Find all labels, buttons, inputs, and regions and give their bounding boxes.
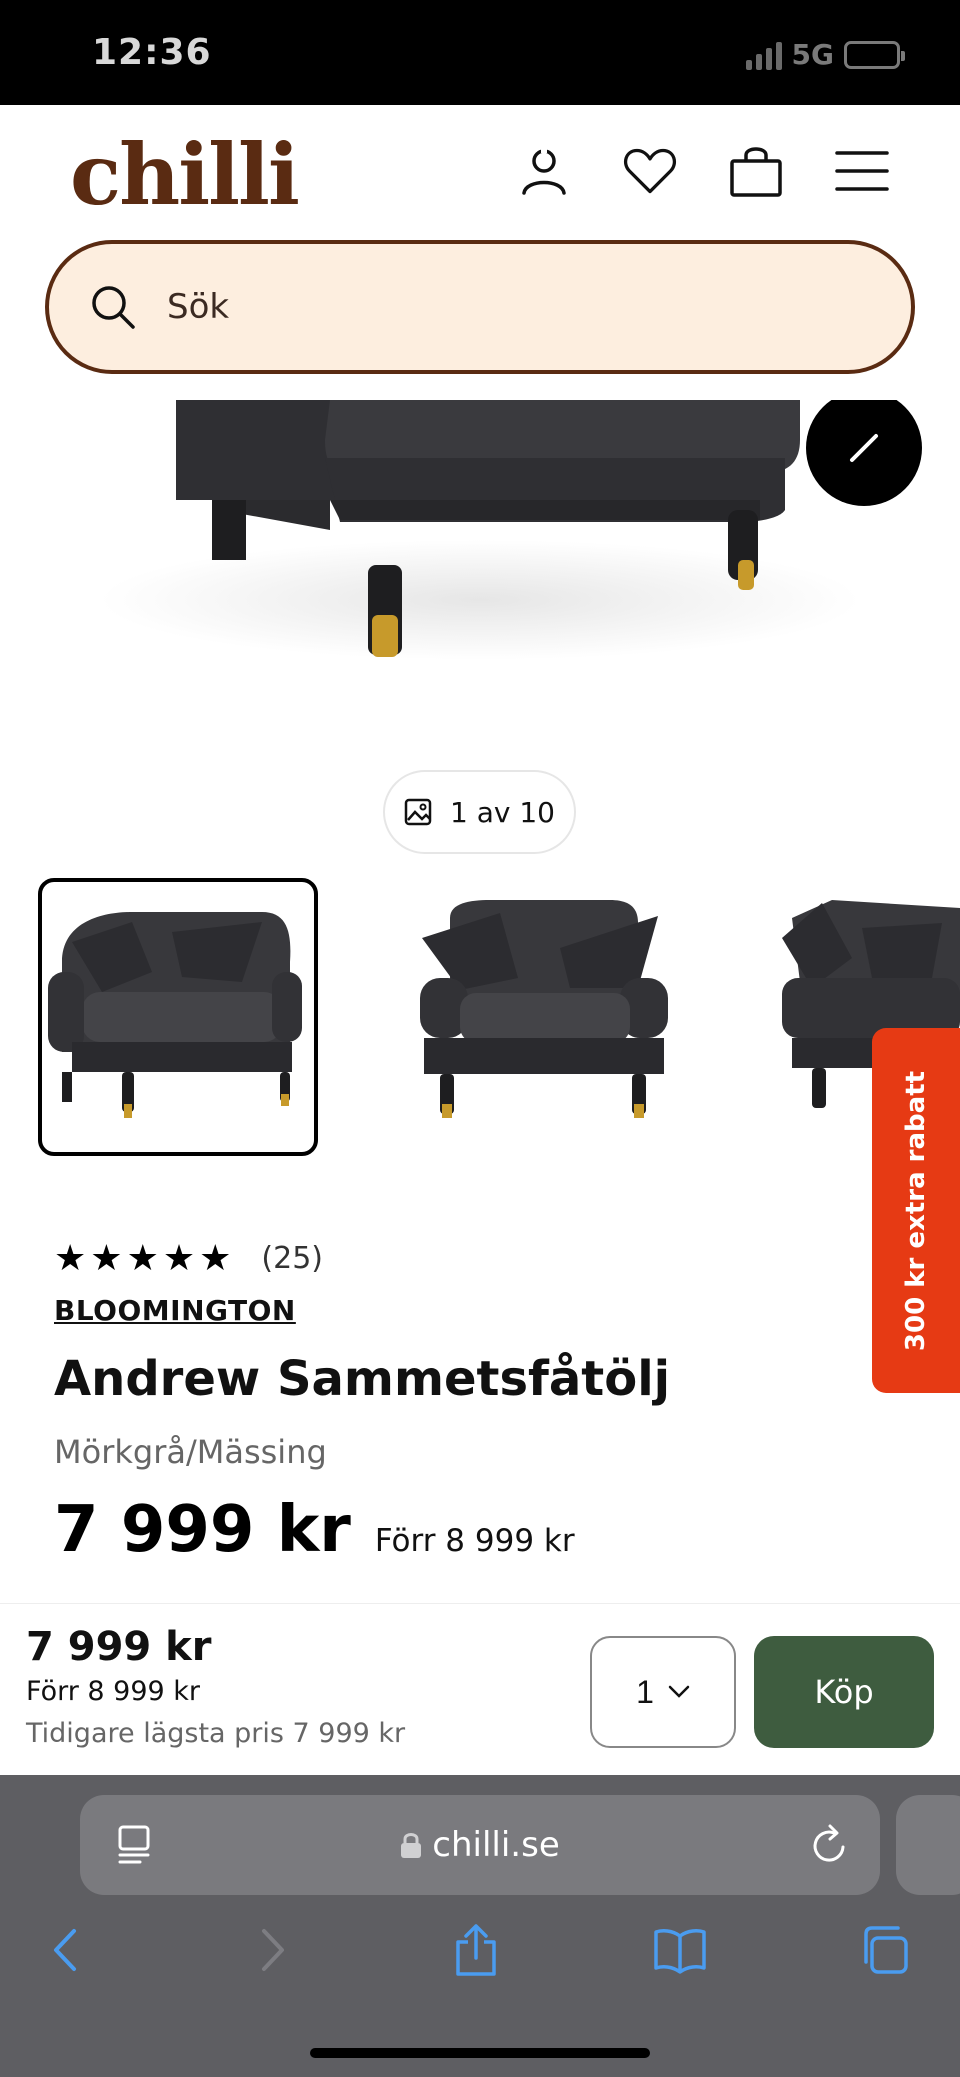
product-variant: Mörkgrå/Mässing bbox=[54, 1433, 327, 1471]
star-icon: ★ bbox=[199, 1237, 232, 1278]
product-info: ★ ★ ★ ★ ★ (25) BLOOMINGTON Andrew Sammet… bbox=[54, 1240, 874, 1568]
site-header: chilli Sök bbox=[0, 105, 960, 400]
star-rating: ★ ★ ★ ★ ★ bbox=[54, 1240, 231, 1276]
next-tab-peek[interactable] bbox=[896, 1795, 960, 1895]
star-icon: ★ bbox=[90, 1237, 123, 1278]
back-button[interactable] bbox=[34, 1920, 94, 1980]
buy-button[interactable]: Köp bbox=[754, 1636, 934, 1748]
bag-icon[interactable] bbox=[728, 143, 784, 199]
buybar-lowest-price: Tidigare lägsta pris 7 999 kr bbox=[26, 1718, 406, 1749]
buybar-old-price: Förr 8 999 kr bbox=[26, 1676, 201, 1707]
thumbnail-2[interactable] bbox=[400, 878, 680, 1156]
product-old-price: Förr 8 999 kr bbox=[374, 1523, 575, 1559]
star-icon: ★ bbox=[54, 1237, 87, 1278]
home-indicator[interactable] bbox=[310, 2048, 650, 2058]
menu-icon[interactable] bbox=[834, 143, 890, 199]
lock-icon bbox=[401, 1833, 422, 1858]
signal-icon bbox=[745, 40, 782, 70]
image-counter-text: 1 av 10 bbox=[450, 795, 555, 829]
arrow-right-icon bbox=[850, 434, 878, 462]
share-button[interactable] bbox=[446, 1920, 506, 1980]
brand-link[interactable]: BLOOMINGTON bbox=[54, 1294, 296, 1327]
chevron-right-icon bbox=[262, 1929, 284, 1971]
promo-tab[interactable]: 300 kr extra rabatt bbox=[872, 1028, 960, 1393]
price-row: 7 999 kr Förr 8 999 kr bbox=[54, 1493, 874, 1567]
browser-toolbar bbox=[0, 1920, 960, 2010]
network-label: 5G bbox=[791, 38, 834, 71]
sticky-buy-bar: 7 999 kr Förr 8 999 kr Tidigare lägsta p… bbox=[0, 1603, 960, 1775]
url-text: chilli.se bbox=[432, 1825, 560, 1865]
search-icon bbox=[92, 286, 135, 329]
share-icon bbox=[456, 1924, 496, 1976]
thumbnail-strip bbox=[0, 878, 960, 1158]
tabs-button[interactable] bbox=[854, 1920, 914, 1980]
header-icons bbox=[516, 143, 890, 199]
reload-icon[interactable] bbox=[810, 1823, 850, 1872]
forward-button[interactable] bbox=[244, 1920, 304, 1980]
bookmarks-button[interactable] bbox=[650, 1920, 710, 1980]
chilli-logo[interactable]: chilli bbox=[70, 125, 300, 224]
browser-chrome: chilli.se bbox=[0, 1775, 960, 2077]
book-icon bbox=[654, 1929, 706, 1974]
quantity-value: 1 bbox=[636, 1673, 654, 1710]
image-icon bbox=[404, 798, 432, 826]
buybar-price: 7 999 kr bbox=[26, 1624, 212, 1670]
image-counter: 1 av 10 bbox=[383, 770, 576, 854]
thumbnail-1[interactable] bbox=[38, 878, 318, 1156]
product-main-image[interactable] bbox=[0, 400, 960, 740]
status-indicators: 5G bbox=[745, 38, 905, 71]
tabs-icon bbox=[864, 1926, 908, 1974]
star-icon: ★ bbox=[126, 1237, 159, 1278]
star-icon: ★ bbox=[162, 1237, 196, 1278]
product-title: Andrew Sammetsfåtölj bbox=[54, 1351, 671, 1407]
review-count: (25) bbox=[261, 1240, 323, 1276]
promo-label: 300 kr extra rabatt bbox=[901, 1070, 931, 1351]
search-input[interactable]: Sök bbox=[45, 240, 915, 374]
status-time: 12:36 bbox=[92, 32, 212, 73]
heart-icon[interactable] bbox=[622, 143, 678, 199]
status-bar: 12:36 5G bbox=[0, 0, 960, 105]
chevron-down-icon bbox=[668, 1685, 690, 1698]
quantity-select[interactable]: 1 bbox=[590, 1636, 736, 1748]
url-display: chilli.se bbox=[80, 1795, 880, 1895]
battery-icon bbox=[844, 40, 905, 69]
account-icon[interactable] bbox=[516, 143, 572, 199]
product-price: 7 999 kr bbox=[54, 1493, 351, 1567]
rating[interactable]: ★ ★ ★ ★ ★ (25) bbox=[54, 1240, 874, 1276]
search-placeholder: Sök bbox=[167, 287, 230, 327]
address-bar[interactable]: chilli.se bbox=[80, 1795, 880, 1895]
chevron-left-icon bbox=[54, 1929, 76, 1971]
